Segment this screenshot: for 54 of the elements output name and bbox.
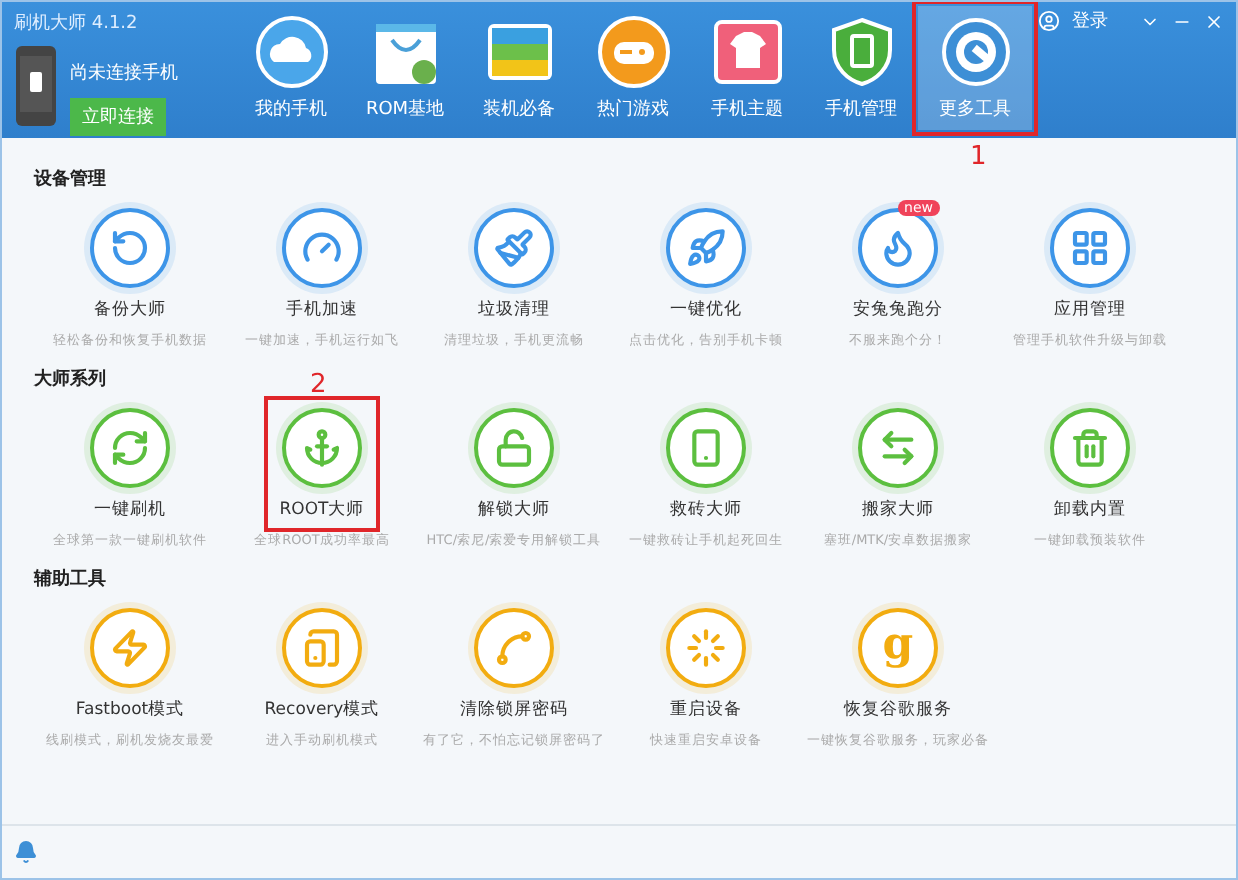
settings-icon: [939, 16, 1011, 88]
section-title: 辅助工具: [34, 566, 106, 592]
tool-name[interactable]: 救砖大师: [670, 498, 742, 522]
section-title: 大师系列: [34, 366, 106, 392]
tool-name[interactable]: 搬家大师: [862, 498, 934, 522]
tool-icon[interactable]: [474, 208, 554, 288]
tool-icon[interactable]: [281, 608, 362, 688]
nav-tab[interactable]: 手机管理: [804, 6, 918, 130]
bell-icon[interactable]: [14, 840, 38, 864]
tool-icon[interactable]: [1050, 208, 1130, 288]
tool-name[interactable]: 一键优化: [670, 298, 742, 322]
tool-icon[interactable]: [1050, 408, 1130, 488]
tool-name[interactable]: 解锁大师: [478, 498, 550, 522]
tool-icon[interactable]: [666, 408, 746, 488]
annotation-number: 1: [970, 142, 987, 172]
tool-icon[interactable]: [666, 208, 746, 288]
tool-name[interactable]: 垃圾清理: [478, 298, 550, 322]
nav-tab[interactable]: ROM基地: [348, 6, 462, 130]
tool-icon[interactable]: [90, 208, 170, 288]
tool-name[interactable]: 清除锁屏密码: [460, 698, 568, 722]
phone-icon: [14, 44, 58, 128]
tool-icon[interactable]: [858, 408, 938, 488]
tool-name[interactable]: 卸载内置: [1054, 498, 1126, 522]
tool-icon[interactable]: [281, 408, 362, 488]
tool-icon[interactable]: [858, 208, 938, 288]
tool-icon[interactable]: [90, 608, 170, 688]
section-title: 设备管理: [34, 167, 106, 192]
tool-name[interactable]: 应用管理: [1054, 298, 1126, 322]
tool-name[interactable]: Fastboot模式: [75, 698, 185, 722]
nav-tab[interactable]: 手机主题: [690, 6, 804, 130]
tool-name[interactable]: ROOT大师: [279, 498, 365, 522]
gamepad-icon: [597, 16, 669, 88]
tool-name[interactable]: 恢复谷歌服务: [844, 698, 952, 722]
device-status: 尚未连接手机: [70, 61, 178, 86]
annotation-number: 2: [310, 370, 327, 400]
tool-icon[interactable]: [282, 208, 362, 288]
tool-name[interactable]: Recovery模式: [264, 698, 380, 722]
shirt-icon: [711, 16, 783, 88]
tool-name[interactable]: 手机加速: [286, 298, 358, 322]
window-title: 刷机大师 4.1.2: [14, 11, 140, 36]
nav-tab[interactable]: 装机必备: [462, 6, 576, 130]
tool-name[interactable]: 重启设备: [670, 698, 742, 722]
tool-name[interactable]: 备份大师: [94, 298, 166, 322]
tool-icon[interactable]: [474, 408, 554, 488]
tool-icon[interactable]: [666, 608, 746, 688]
nav-tab[interactable]: 我的手机: [234, 6, 348, 130]
close-icon[interactable]: [1204, 11, 1224, 31]
tool-name[interactable]: 一键刷机: [94, 498, 166, 522]
cloud-icon: [255, 16, 327, 88]
tool-icon[interactable]: [474, 608, 554, 688]
tool-name[interactable]: 安兔兔跑分: [853, 298, 943, 322]
user-icon[interactable]: [1038, 10, 1060, 32]
tool-icon[interactable]: [90, 408, 170, 488]
nav-tab[interactable]: 热门游戏: [576, 6, 690, 130]
